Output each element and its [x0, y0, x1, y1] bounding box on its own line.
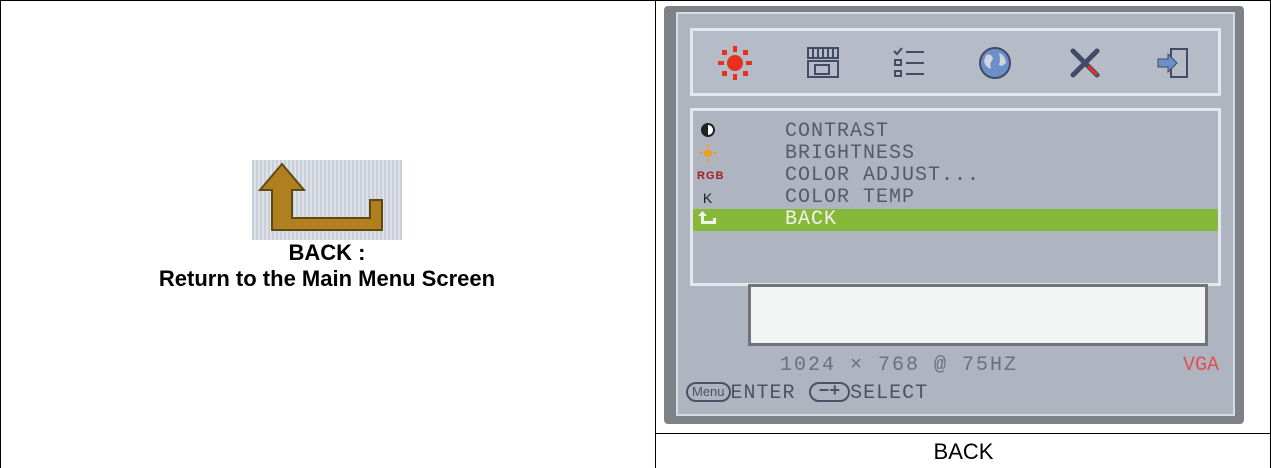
osd-screenshot: CONTRAST BRIGHTNESS RGB COLOR ADJUST... … [664, 6, 1244, 424]
osd-panel: CONTRAST BRIGHTNESS RGB COLOR ADJUST... … [676, 12, 1235, 416]
minus-plus-button-icon: −+ [808, 382, 851, 402]
back-arrow-icon [252, 160, 402, 240]
screenshot-caption: BACK [933, 439, 994, 464]
item-title: BACK : [288, 240, 366, 265]
menu-item-color-adjust[interactable]: RGB COLOR ADJUST... [693, 165, 1218, 187]
brightness-icon [697, 144, 719, 164]
menu-item-back[interactable]: BACK [693, 209, 1218, 231]
thermometer-icon: K [702, 190, 714, 206]
table-border-top [0, 0, 1271, 1]
menu-item-contrast[interactable]: CONTRAST [693, 121, 1218, 143]
menu-button-icon: Menu [686, 382, 731, 402]
input-source-label: VGA [1182, 354, 1219, 377]
picture-position-icon[interactable] [803, 43, 843, 83]
enter-label: ENTER [730, 382, 796, 405]
globe-icon[interactable] [975, 43, 1015, 83]
osd-menu: CONTRAST BRIGHTNESS RGB COLOR ADJUST... … [690, 108, 1221, 286]
exit-icon[interactable] [1153, 43, 1193, 83]
description-cell: BACK : Return to the Main Menu Screen [0, 160, 654, 292]
rgb-icon: RGB [697, 170, 725, 182]
menu-item-brightness[interactable]: BRIGHTNESS [693, 143, 1218, 165]
menu-item-color-temp[interactable]: K COLOR TEMP [693, 187, 1218, 209]
back-arrow-icon [697, 210, 719, 230]
select-label: SELECT [850, 382, 929, 405]
checklist-icon[interactable] [889, 43, 929, 83]
osd-info-box [748, 284, 1208, 346]
table-divider-vertical [655, 0, 656, 468]
contrast-icon [697, 122, 719, 142]
resolution-readout: 1024 × 768 @ 75HZ [780, 354, 1019, 377]
osd-toolbar [690, 28, 1221, 96]
table-divider-horizontal [655, 433, 1271, 434]
item-description: Return to the Main Menu Screen [158, 266, 496, 291]
tools-icon[interactable] [1065, 43, 1105, 83]
sun-icon[interactable] [715, 43, 755, 83]
osd-hint-bar: Menu ENTER −+ SELECT [686, 382, 928, 405]
